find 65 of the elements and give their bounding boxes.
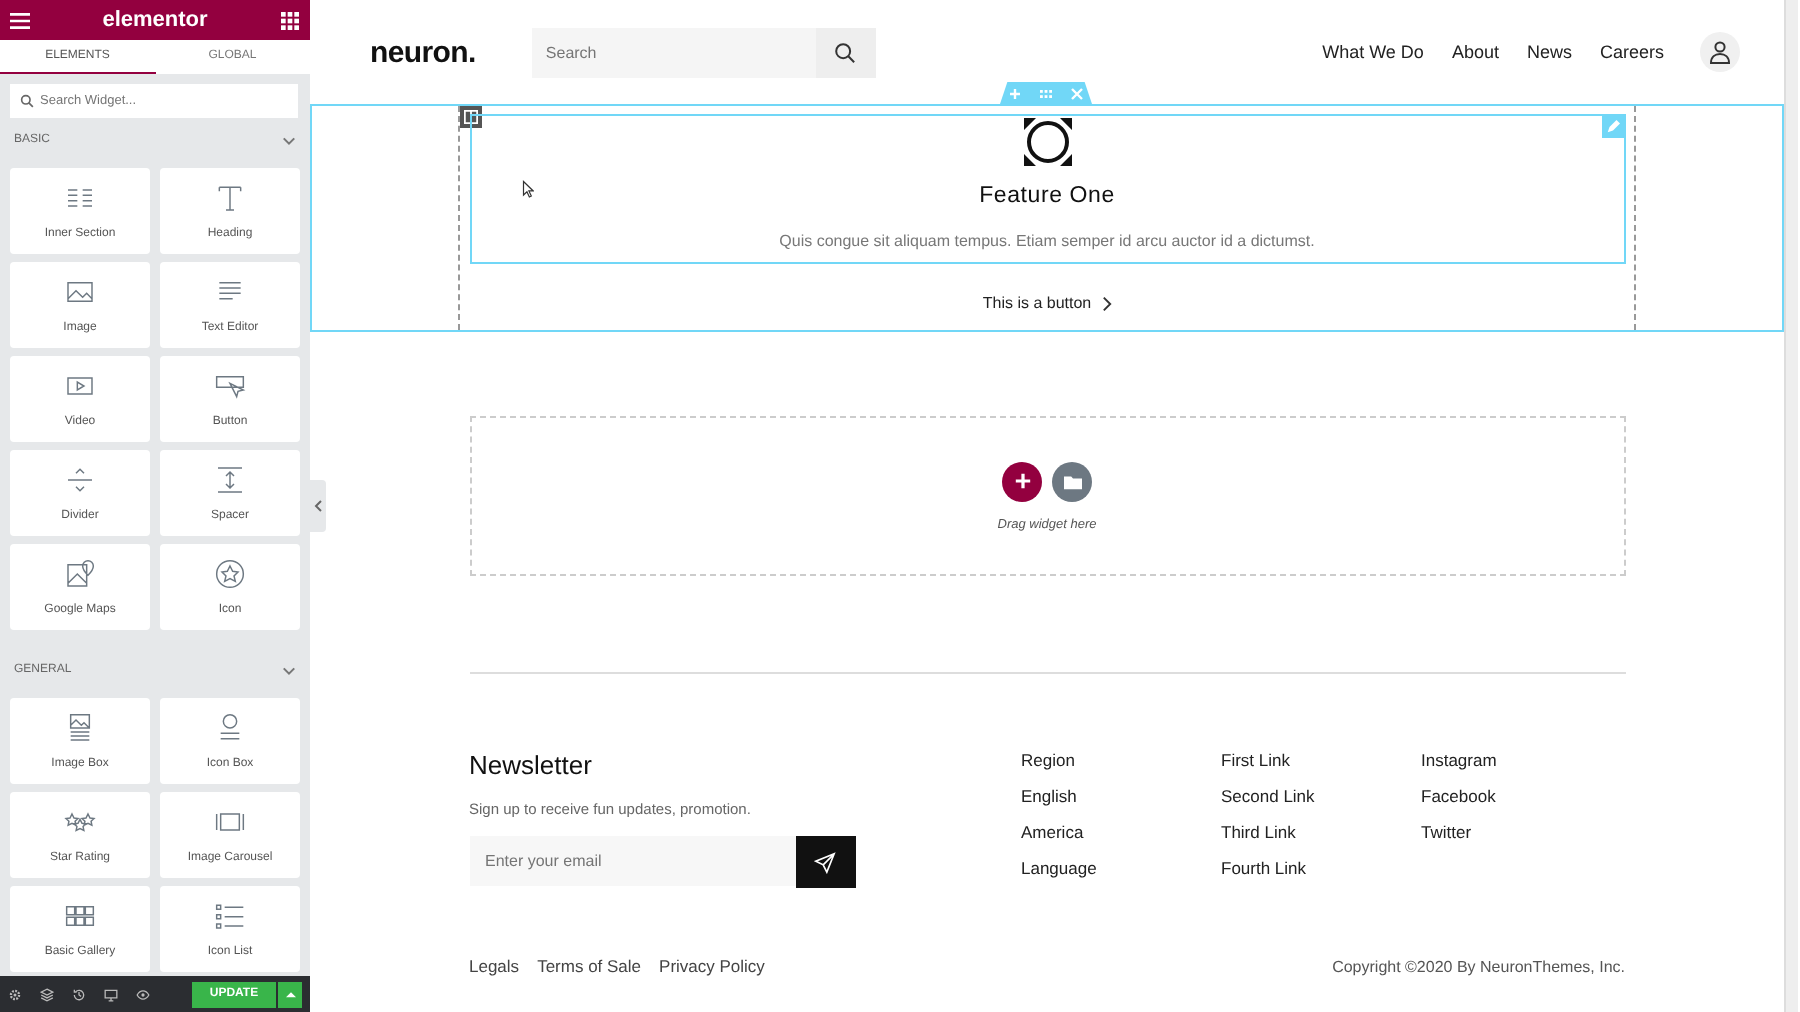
footer-link[interactable]: Fourth Link	[1221, 858, 1421, 880]
spacer-icon	[214, 464, 246, 496]
search-button[interactable]	[815, 27, 876, 77]
section-handle[interactable]	[1000, 82, 1092, 104]
user-icon	[1708, 40, 1732, 64]
template-library-button[interactable]	[1052, 461, 1092, 501]
map-icon	[64, 558, 96, 590]
send-button[interactable]	[795, 836, 855, 888]
chevron-icon	[1101, 295, 1112, 311]
history-icon[interactable]	[72, 987, 86, 1001]
layers-icon[interactable]	[40, 987, 54, 1001]
footer-link[interactable]: Region	[1021, 750, 1221, 772]
legal-link[interactable]: Privacy Policy	[659, 956, 765, 976]
caret-icon	[285, 990, 295, 998]
menu-icon[interactable]	[10, 11, 30, 29]
eye-icon[interactable]	[136, 987, 150, 1001]
newsletter-title: Newsletter	[469, 750, 594, 780]
footer-link[interactable]: English	[1021, 786, 1221, 808]
footer-link[interactable]: Facebook	[1421, 786, 1601, 808]
footer-link[interactable]: Twitter	[1421, 822, 1601, 844]
image-box-icon	[64, 712, 96, 744]
cursor-icon	[214, 370, 246, 402]
legal-link[interactable]: Legals	[469, 956, 520, 976]
text-link-button[interactable]: This is a button	[982, 294, 1112, 312]
plus-icon	[1013, 472, 1031, 490]
collapse-handle[interactable]	[310, 480, 326, 532]
copyright-text: Copyright ©2020 By NeuronThemes, Inc.	[1332, 957, 1625, 975]
site-logo[interactable]: neuron.	[370, 35, 476, 69]
update-options-button[interactable]	[278, 981, 302, 1007]
footer-link[interactable]: Third Link	[1221, 822, 1421, 844]
panel-title: elementor	[102, 8, 208, 32]
footer-link[interactable]: America	[1021, 822, 1221, 844]
column-handle[interactable]	[460, 106, 482, 128]
search-icon	[834, 41, 857, 63]
nav-link[interactable]: What We Do	[1322, 42, 1424, 62]
account-button[interactable]	[1700, 32, 1740, 72]
feature-title: Feature One	[979, 184, 1115, 208]
selected-section[interactable]: Feature One Quis congue sit aliquam tempus. Etiam semper id arcu auctor id a dictumst. This is a button	[310, 104, 1784, 332]
paper-plane-icon	[814, 851, 836, 873]
grid-icon[interactable]	[279, 11, 300, 29]
mouse-cursor-icon	[522, 180, 534, 198]
circle-icon	[1023, 118, 1071, 166]
star-icon	[214, 558, 246, 590]
divider-icon	[64, 464, 96, 496]
legal-link[interactable]: Terms of Sale	[537, 956, 642, 976]
email-field[interactable]: Enter your email	[469, 836, 795, 886]
nav-link[interactable]: About	[1451, 42, 1499, 62]
folder-icon	[1063, 473, 1081, 489]
search-field[interactable]: Search	[531, 27, 816, 77]
footer-link[interactable]: Language	[1021, 858, 1221, 880]
footer-link[interactable]: First Link	[1221, 750, 1421, 772]
footer-link[interactable]: Second Link	[1221, 786, 1421, 808]
image-icon	[64, 276, 96, 308]
t-letter-icon	[214, 182, 246, 214]
desktop-icon[interactable]	[104, 987, 118, 1001]
footer-link[interactable]: Instagram	[1421, 750, 1601, 772]
feature-text: Quis congue sit aliquam tempus. Etiam semper id arcu auctor id a dictumst.	[779, 232, 1315, 250]
icon-box-widget[interactable]: Feature One Quis congue sit aliquam tempus. Etiam semper id arcu auctor id a dictumst.	[469, 114, 1625, 264]
list-icon	[214, 900, 246, 932]
nav-link[interactable]: Careers	[1599, 42, 1664, 62]
gallery-icon	[64, 900, 96, 932]
nav-link[interactable]: News	[1526, 42, 1572, 62]
search-icon	[20, 94, 34, 108]
add-section-button[interactable]	[1002, 461, 1042, 501]
settings-icon[interactable]	[8, 987, 22, 1001]
